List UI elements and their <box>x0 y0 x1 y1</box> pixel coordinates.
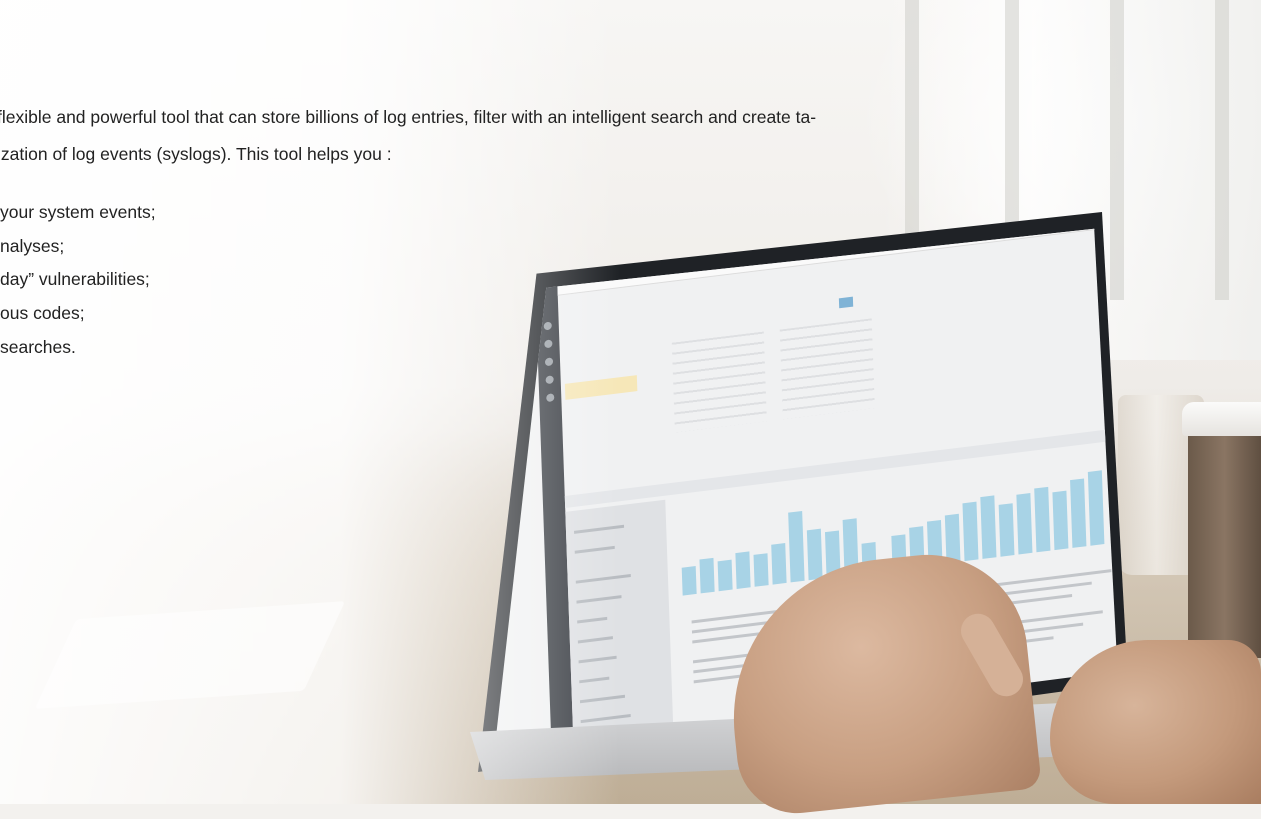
histogram-bar <box>735 551 751 590</box>
histogram-bar <box>1016 493 1033 555</box>
histogram-bar <box>771 543 787 585</box>
benefit-item: your system events; <box>0 202 156 222</box>
histogram-bar <box>717 559 733 592</box>
histogram-bar <box>998 503 1015 557</box>
histogram-bar <box>699 557 715 594</box>
histogram-bar <box>980 495 997 559</box>
histogram-bar <box>753 553 769 587</box>
right-hand <box>1050 640 1261 804</box>
description-text: flexible and powerful tool that can stor… <box>0 0 1261 420</box>
histogram-bar <box>1070 478 1087 548</box>
histogram-bar <box>1052 490 1069 551</box>
benefit-item: searches. <box>0 337 76 357</box>
benefit-item: day” vulnerabilities; <box>0 269 150 289</box>
histogram-bar <box>1034 486 1051 553</box>
benefit-item: ous codes; <box>0 303 85 323</box>
intro-line-1: flexible and powerful tool that can stor… <box>0 107 817 127</box>
intro-line-2: ization of log events (syslogs). This to… <box>0 144 392 164</box>
histogram-bar <box>681 566 697 596</box>
histogram-bar <box>962 501 979 562</box>
histogram-bar <box>788 510 805 583</box>
histogram-bar <box>806 528 823 581</box>
histogram-bar <box>1087 470 1105 546</box>
coffee-cup-dark <box>1188 418 1261 658</box>
benefit-item: nalyses; <box>0 236 65 256</box>
